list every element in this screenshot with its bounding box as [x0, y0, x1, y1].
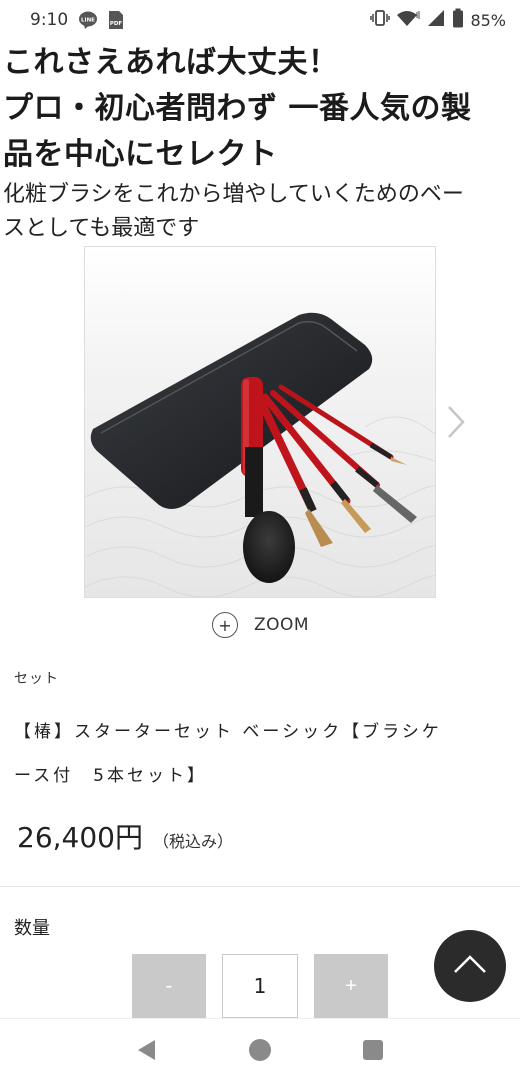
headline-line-2: プロ・初心者問わず 一番人気の製 [3, 91, 472, 126]
divider [0, 886, 520, 887]
product-name-line-1: 【椿】スターターセット ベーシック【ブラシケ [14, 722, 442, 742]
page-subline: 化粧ブラシをこれから増やしていくためのベー スとしても最適です [3, 178, 517, 246]
battery-icon [452, 8, 464, 32]
status-right: 85% [370, 8, 506, 32]
product-name-line-2: ース付 5本セット】 [14, 766, 207, 786]
line-icon: LINE [78, 10, 98, 30]
zoom-label: ZOOM [254, 615, 310, 635]
pdf-icon: PDF [108, 10, 124, 30]
vibrate-icon [370, 9, 391, 31]
status-bar: 9:10 LINE PDF 85% [0, 0, 520, 40]
home-circle-icon[interactable] [240, 1030, 280, 1070]
subline-line-1: 化粧ブラシをこれから増やしていくためのベー [3, 182, 464, 207]
product-category[interactable]: セット [14, 668, 59, 688]
page-headline: これさえあれば大丈夫！ プロ・初心者問わず 一番人気の製 品を中心にセレクト [3, 40, 517, 178]
status-left: 9:10 LINE PDF [30, 10, 124, 30]
chevron-right-icon[interactable] [444, 404, 468, 440]
scroll-to-top-button[interactable] [434, 930, 506, 1002]
signal-icon [426, 9, 446, 31]
back-triangle-icon[interactable] [127, 1030, 167, 1070]
product-image[interactable] [84, 246, 436, 598]
chevron-up-icon [453, 953, 487, 979]
tax-note: （税込み） [152, 832, 233, 851]
product-name: 【椿】スターターセット ベーシック【ブラシケ ース付 5本セット】 [14, 710, 514, 798]
plus-circle-icon: + [212, 612, 238, 638]
android-nav-bar [0, 1018, 520, 1080]
svg-text:PDF: PDF [110, 21, 123, 27]
status-time: 9:10 [30, 10, 69, 30]
battery-percent: 85% [470, 10, 506, 30]
wifi-icon [396, 9, 420, 31]
subline-line-2: スとしても最適です [3, 216, 200, 241]
quantity-minus-button[interactable]: - [132, 954, 206, 1018]
quantity-label: 数量 [14, 918, 50, 939]
headline-line-1: これさえあれば大丈夫！ [3, 45, 339, 80]
product-price: 26,400円 [17, 821, 143, 854]
headline-line-3: 品を中心にセレクト [3, 137, 278, 172]
svg-text:LINE: LINE [81, 18, 95, 24]
price-row: 26,400円 （税込み） [17, 816, 233, 856]
zoom-button[interactable]: + ZOOM [212, 612, 309, 638]
recents-square-icon[interactable] [353, 1030, 393, 1070]
quantity-plus-button[interactable]: + [314, 954, 388, 1018]
quantity-input[interactable]: 1 [222, 954, 298, 1018]
